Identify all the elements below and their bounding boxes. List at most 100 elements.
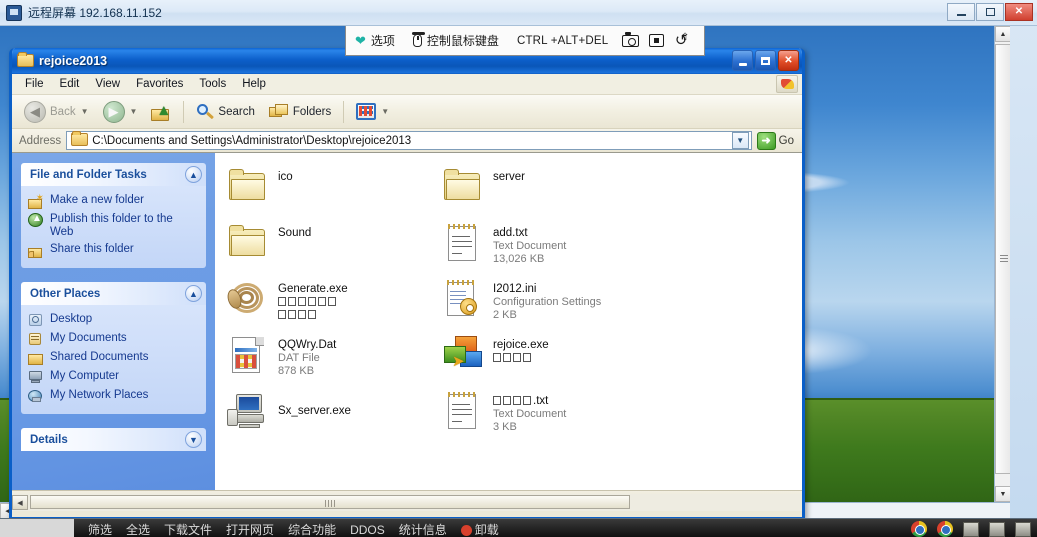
taskbar-item-3[interactable]: 打开网页 — [226, 524, 274, 536]
explorer-close-button[interactable]: ✕ — [778, 50, 799, 71]
taskbar-item-5[interactable]: DDOS — [350, 524, 385, 536]
taskbar-item-4[interactable]: 综合功能 — [288, 524, 336, 536]
sidebar-item-label: Desktop — [50, 313, 93, 325]
list-item[interactable]: ➤ rejoice.exe — [442, 333, 802, 389]
panel-header[interactable]: Other Places ▲ — [21, 282, 206, 305]
sidebar-item-my-documents[interactable]: My Documents — [28, 330, 199, 349]
taskbar-left-block[interactable] — [0, 519, 74, 537]
list-item[interactable]: Sx_server.exe — [227, 389, 442, 445]
scroll-down-button[interactable]: ▼ — [995, 486, 1010, 502]
outer-close-button[interactable]: ✕ — [1005, 3, 1033, 21]
file-list[interactable]: ico server Sound add.txt Text Document 1… — [215, 153, 802, 490]
list-item[interactable]: I2012.ini Configuration Settings 2 KB — [442, 277, 802, 333]
panel-header[interactable]: File and Folder Tasks ▲ — [21, 163, 206, 186]
explorer-horizontal-scrollbar[interactable]: ◀ — [12, 494, 802, 511]
address-dropdown-button[interactable]: ▼ — [731, 132, 749, 149]
options-button[interactable]: ❤ 选项 — [346, 27, 404, 55]
screenshot-button[interactable] — [617, 29, 643, 53]
taskbar-item-0[interactable]: 筛选 — [88, 524, 112, 536]
forward-button[interactable]: ▶ ▼ — [97, 98, 144, 126]
sidebar-item-publish-folder-web[interactable]: ▲ Publish this folder to the Web — [28, 211, 199, 241]
chevron-up-icon[interactable]: ▲ — [185, 166, 202, 183]
list-item[interactable]: Sound — [227, 221, 442, 277]
menu-favorites[interactable]: Favorites — [128, 76, 191, 92]
go-button[interactable]: ➜ Go — [756, 131, 798, 150]
search-button[interactable]: Search — [190, 100, 260, 124]
folders-button[interactable]: Folders — [263, 101, 337, 123]
control-mouse-keyboard-button[interactable]: 控制鼠标键盘 — [404, 27, 508, 55]
publish-web-icon: ▲ — [28, 213, 44, 228]
explorer-maximize-button[interactable] — [755, 50, 776, 71]
file-tofu-line-1 — [278, 296, 338, 308]
sidebar-item-make-new-folder[interactable]: ✶ Make a new folder — [28, 192, 199, 211]
explorer-minimize-button[interactable] — [732, 50, 753, 71]
chevron-down-icon[interactable]: ▼ — [381, 107, 389, 116]
scroll-up-button[interactable]: ▲ — [995, 26, 1010, 42]
chevron-down-icon[interactable]: ▼ — [81, 107, 89, 116]
sidebar-item-desktop[interactable]: Desktop — [28, 311, 199, 330]
remote-screen-viewport[interactable]: rejoice2013 ✕ File Edit View Favorites T… — [0, 26, 1010, 518]
taskbar-item-2[interactable]: 下载文件 — [164, 524, 212, 536]
folder-icon — [442, 167, 484, 207]
chrome-icon[interactable] — [911, 521, 927, 537]
ctrl-alt-del-button[interactable]: CTRL +ALT+DEL — [508, 27, 617, 55]
address-label: Address — [19, 134, 62, 147]
file-size: 878 KB — [278, 365, 315, 377]
mouse-icon — [411, 32, 425, 47]
toolbar-separator — [343, 100, 345, 123]
panel-body: Desktop My Documents Shared Documents My… — [21, 305, 206, 414]
back-button[interactable]: ◀ Back ▼ — [18, 98, 95, 126]
chevron-down-icon[interactable]: ▼ — [130, 107, 138, 116]
explorer-hscroll-thumb[interactable] — [30, 495, 630, 509]
sidebar-item-label: Shared Documents — [50, 351, 149, 363]
chevron-up-icon[interactable]: ▲ — [185, 285, 202, 302]
explorer-window[interactable]: rejoice2013 ✕ File Edit View Favorites T… — [9, 48, 805, 518]
sidebar-item-share-folder[interactable]: Share this folder — [28, 241, 199, 260]
menu-help[interactable]: Help — [234, 76, 274, 92]
stop-icon — [460, 525, 472, 536]
explorer-window-title: rejoice2013 — [39, 54, 108, 68]
explorer-window-buttons: ✕ — [732, 50, 799, 71]
explorer-body: File and Folder Tasks ▲ ✶ Make a new fol… — [12, 153, 802, 490]
scroll-left-button[interactable]: ◀ — [12, 495, 28, 510]
panel-header[interactable]: Details ▼ — [21, 428, 206, 451]
sidebar-item-my-network-places[interactable]: My Network Places — [28, 387, 199, 406]
back-button-label: Back — [50, 105, 76, 118]
menu-view[interactable]: View — [87, 76, 128, 92]
taskbar-uninstall-button[interactable]: 卸载 — [460, 524, 499, 536]
chevron-down-icon[interactable]: ▼ — [185, 431, 202, 448]
explorer-sidebar: File and Folder Tasks ▲ ✶ Make a new fol… — [12, 153, 215, 490]
remote-vertical-scrollbar[interactable]: ▲ ▼ — [994, 26, 1010, 502]
app-icon[interactable] — [989, 521, 1005, 537]
app-icon[interactable] — [963, 521, 979, 537]
list-item[interactable]: .txt Text Document 3 KB — [442, 389, 802, 445]
outer-window-buttons: ✕ — [947, 3, 1033, 21]
remote-vscroll-thumb[interactable] — [995, 44, 1010, 474]
host-taskbar: 筛选 全选 下载文件 打开网页 综合功能 DDOS 统计信息 卸载 — [0, 518, 1037, 537]
outer-minimize-button[interactable] — [947, 3, 975, 21]
list-item[interactable]: Generate.exe — [225, 277, 442, 333]
list-item[interactable]: add.txt Text Document 13,026 KB — [442, 221, 802, 277]
chrome-icon[interactable] — [937, 521, 953, 537]
address-input[interactable]: C:\Documents and Settings\Administrator\… — [66, 130, 752, 150]
list-item[interactable]: ico — [227, 165, 442, 221]
taskbar-item-6[interactable]: 统计信息 — [399, 524, 447, 536]
list-item[interactable]: server — [442, 165, 802, 221]
menu-tools[interactable]: Tools — [191, 76, 234, 92]
app-icon[interactable] — [1015, 521, 1031, 537]
fullscreen-button[interactable] — [643, 29, 669, 53]
up-button[interactable]: ▲ — [145, 100, 177, 124]
sidebar-item-shared-documents[interactable]: Shared Documents — [28, 349, 199, 368]
outer-maximize-button[interactable] — [976, 3, 1004, 21]
dat-file-icon — [227, 335, 269, 375]
sync-button[interactable] — [669, 29, 695, 53]
views-button[interactable]: ▼ — [350, 100, 395, 123]
menu-file[interactable]: File — [17, 76, 52, 92]
address-value: C:\Documents and Settings\Administrator\… — [92, 134, 412, 147]
menu-edit[interactable]: Edit — [52, 76, 88, 92]
taskbar-item-1[interactable]: 全选 — [126, 524, 150, 536]
file-name: QQWry.Dat — [278, 339, 337, 351]
outer-window-titlebar: 远程屏幕 192.168.11.152 ✕ — [0, 0, 1037, 26]
list-item[interactable]: QQWry.Dat DAT File 878 KB — [227, 333, 442, 389]
sidebar-item-my-computer[interactable]: My Computer — [28, 368, 199, 387]
